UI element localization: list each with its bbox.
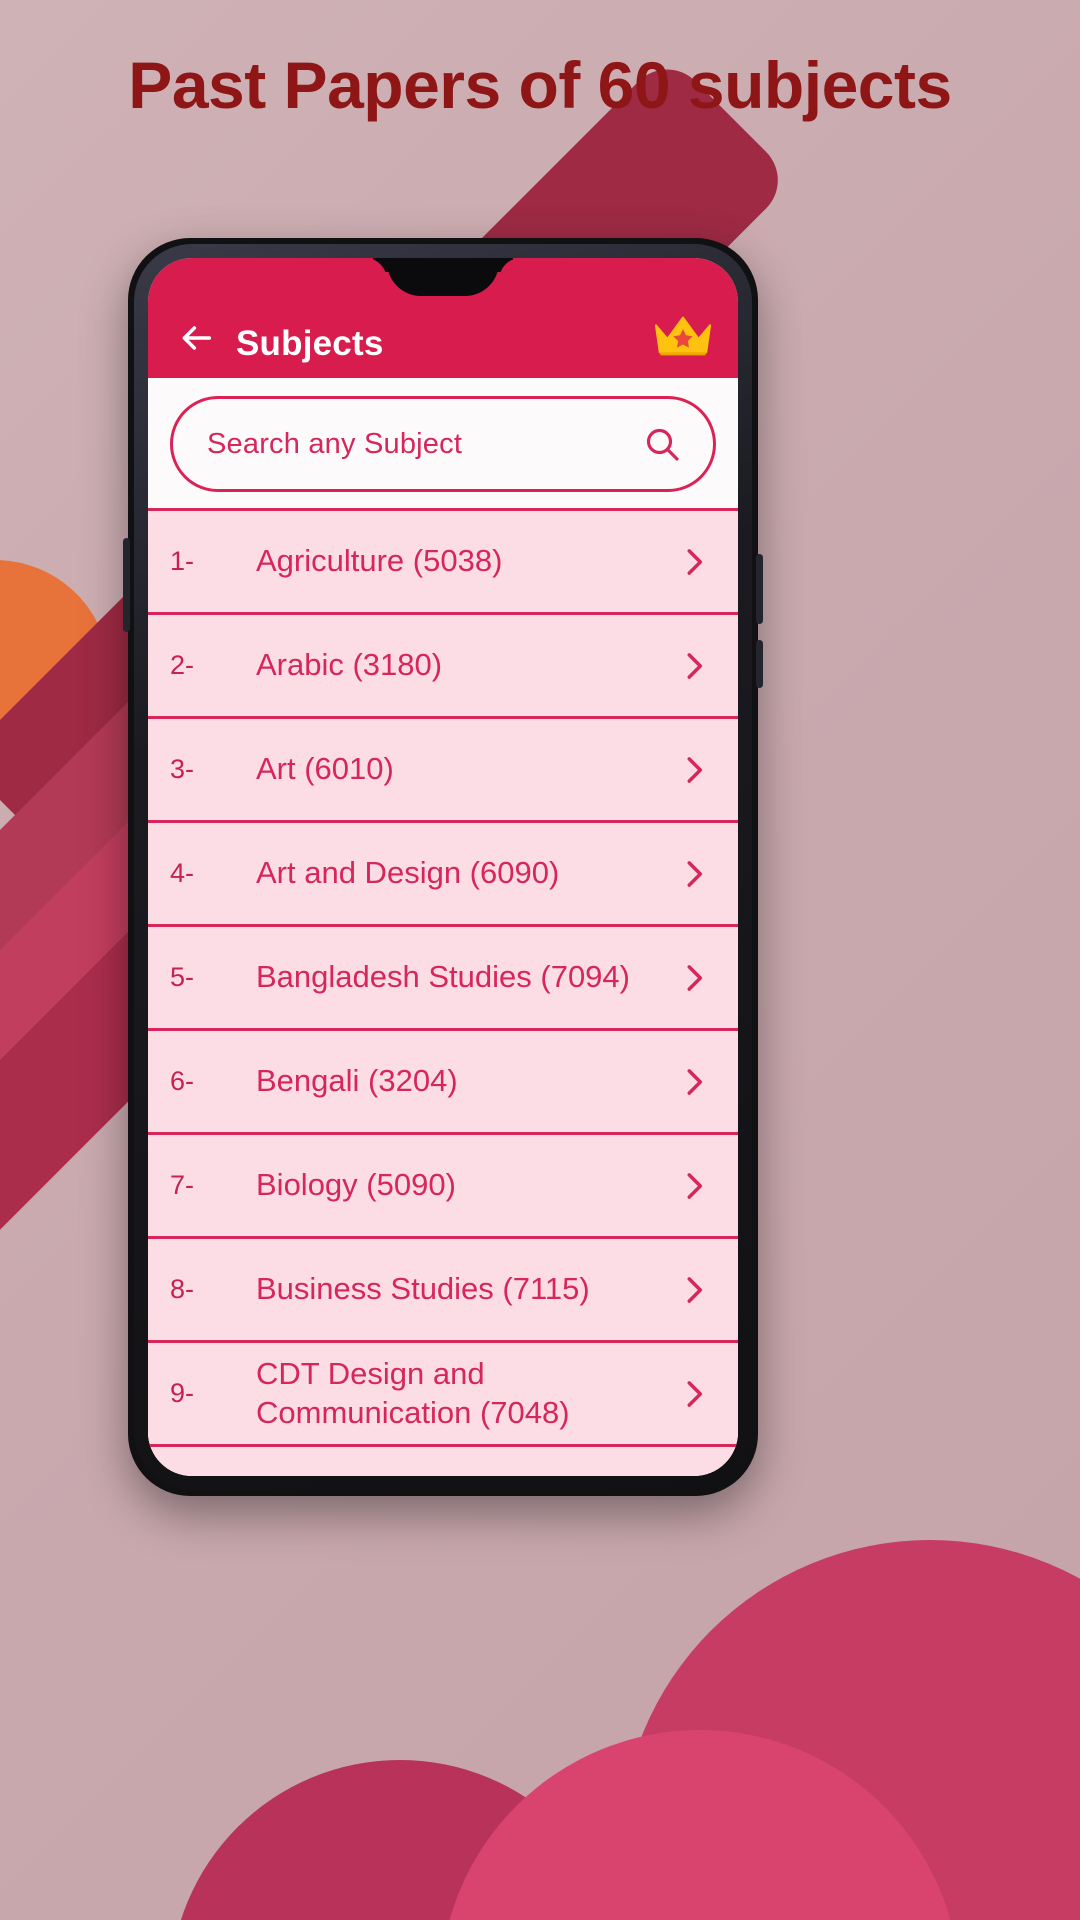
search-section: Search any Subject	[148, 378, 738, 508]
subject-row-index: 1-	[170, 546, 195, 576]
phone-volume-button	[123, 538, 130, 632]
phone-notch	[387, 258, 499, 296]
subject-row-index: 2-	[170, 650, 195, 680]
search-field[interactable]: Search any Subject	[170, 396, 716, 492]
subject-row-index: 5-	[170, 962, 195, 992]
page-title: Subjects	[236, 324, 384, 363]
promo-headline: Past Papers of 60 subjects	[128, 48, 952, 122]
subject-row[interactable]: 10-Chemistry (5070)	[148, 1447, 738, 1476]
subject-row-label: Business Studies (7115)	[256, 1271, 590, 1307]
search-button[interactable]	[639, 421, 685, 467]
chevron-right-icon	[687, 756, 703, 783]
chevron-right-icon	[687, 548, 703, 575]
subject-row-label: Art and Design (6090)	[256, 855, 560, 891]
subject-row[interactable]: 7- Biology (5090)	[148, 1135, 738, 1239]
subject-row[interactable]: 9- CDT Design and Communication (7048)	[148, 1343, 738, 1447]
search-input[interactable]: Search any Subject	[207, 428, 639, 461]
chevron-right-icon	[687, 860, 703, 887]
subject-row[interactable]: 2- Arabic (3180)	[148, 615, 738, 719]
subject-row-label: Bangladesh Studies (7094)	[256, 959, 630, 995]
chevron-right-icon	[687, 1276, 703, 1303]
arrow-left-icon	[182, 326, 212, 350]
subject-row-label: Arabic (3180)	[256, 647, 443, 683]
subject-row-open-button[interactable]	[668, 751, 720, 789]
chevron-right-icon	[687, 1068, 703, 1095]
subject-row-index: 7-	[170, 1170, 195, 1200]
subject-row-index: 3-	[170, 754, 195, 784]
back-button[interactable]	[170, 312, 222, 364]
subject-row-open-button[interactable]	[668, 1063, 720, 1101]
subject-row[interactable]: 1- Agriculture (5038)	[148, 511, 738, 615]
chevron-right-icon	[687, 1380, 703, 1407]
premium-button[interactable]	[650, 306, 716, 362]
chevron-right-icon	[687, 964, 703, 991]
search-icon	[646, 428, 679, 461]
subject-row-index: 9-	[170, 1378, 195, 1408]
subject-row-label: Agriculture (5038)	[256, 543, 503, 579]
crown-icon	[654, 316, 712, 356]
subject-row[interactable]: 6- Bengali (3204)	[148, 1031, 738, 1135]
subject-row-open-button[interactable]	[668, 1167, 720, 1205]
subject-row[interactable]: 4- Art and Design (6090)	[148, 823, 738, 927]
phone-screen: Subjects Search any Subject 1- Agricultu…	[148, 258, 738, 1476]
subject-row-label: CDT Design and Communication (7048)	[256, 1355, 570, 1430]
subject-row-open-button[interactable]	[668, 1271, 720, 1309]
subject-row[interactable]: 3- Art (6010)	[148, 719, 738, 823]
subject-row-label: Biology (5090)	[256, 1167, 456, 1203]
phone-power-button	[756, 554, 763, 624]
subject-row-label: Bengali (3204)	[256, 1063, 458, 1099]
subject-row-index: 4-	[170, 858, 195, 888]
subject-row-label: Art (6010)	[256, 751, 394, 787]
subject-list: 1- Agriculture (5038) 2- Arabic (3180) 3- Art…	[148, 508, 738, 1476]
subject-row-open-button[interactable]	[668, 543, 720, 581]
chevron-right-icon	[687, 1172, 703, 1199]
subject-row-open-button[interactable]	[668, 959, 720, 997]
subject-row-open-button[interactable]	[668, 647, 720, 685]
subject-row-open-button[interactable]	[668, 855, 720, 893]
subject-row-index: 8-	[170, 1274, 195, 1304]
subjects-screen-content: Search any Subject 1- Agriculture (5038) 2…	[148, 378, 738, 1476]
subject-row-open-button[interactable]	[668, 1375, 720, 1413]
subject-row-index: 6-	[170, 1066, 195, 1096]
phone-side-button	[756, 640, 763, 688]
chevron-right-icon	[687, 652, 703, 679]
phone-mockup: Subjects Search any Subject 1- Agricultu…	[123, 238, 763, 1496]
subject-row[interactable]: 8- Business Studies (7115)	[148, 1239, 738, 1343]
subject-row[interactable]: 5- Bangladesh Studies (7094)	[148, 927, 738, 1031]
